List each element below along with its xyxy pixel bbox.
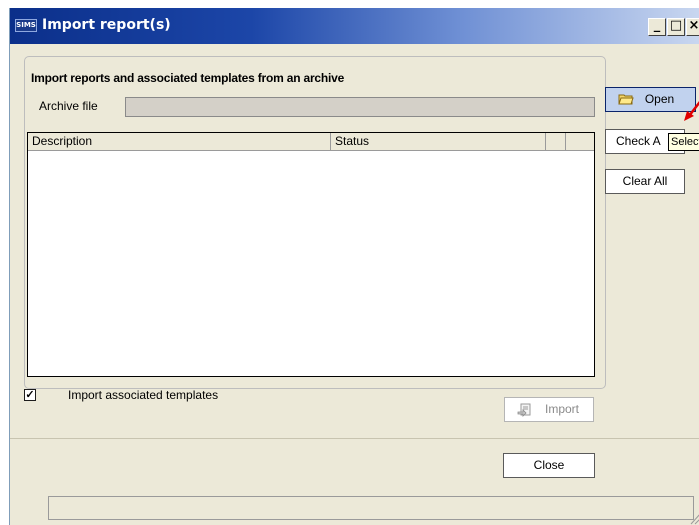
import-templates-checkbox[interactable]: ✓ <box>24 389 36 401</box>
title-bar[interactable]: SIMS Import report(s) _ □ × <box>10 8 699 44</box>
group-caption: Import reports and associated templates … <box>31 71 345 85</box>
archive-file-field[interactable] <box>125 97 595 117</box>
open-tooltip: Select <box>668 133 699 151</box>
import-button-label: Import <box>544 402 579 416</box>
column-status[interactable]: Status <box>331 133 546 151</box>
maximize-button[interactable]: □ <box>667 18 685 36</box>
resize-grip-icon[interactable] <box>690 511 699 525</box>
clear-all-button[interactable]: Clear All <box>605 169 685 194</box>
import-templates-label: Import associated templates <box>68 388 219 402</box>
minimize-button[interactable]: _ <box>648 18 666 36</box>
window-title: Import report(s) <box>42 17 171 33</box>
annotation-arrow-icon <box>684 101 699 121</box>
archive-file-label: Archive file <box>39 99 98 113</box>
open-folder-icon <box>618 94 634 105</box>
close-window-button[interactable]: × <box>686 18 699 36</box>
footer-divider <box>10 438 699 439</box>
list-header: Description Status <box>28 133 594 151</box>
reports-list[interactable]: Description Status <box>27 132 595 377</box>
import-report-dialog: SIMS Import report(s) _ □ × Import repor… <box>9 8 699 525</box>
import-icon <box>517 403 531 417</box>
status-bar <box>48 496 694 520</box>
column-description[interactable]: Description <box>28 133 331 151</box>
close-button[interactable]: Close <box>503 453 595 478</box>
import-button[interactable]: Import <box>504 397 594 422</box>
column-extra[interactable] <box>546 133 566 151</box>
open-button-label: Open <box>644 92 675 106</box>
import-group-box: Import reports and associated templates … <box>24 56 606 389</box>
sims-app-icon: SIMS <box>15 19 37 32</box>
